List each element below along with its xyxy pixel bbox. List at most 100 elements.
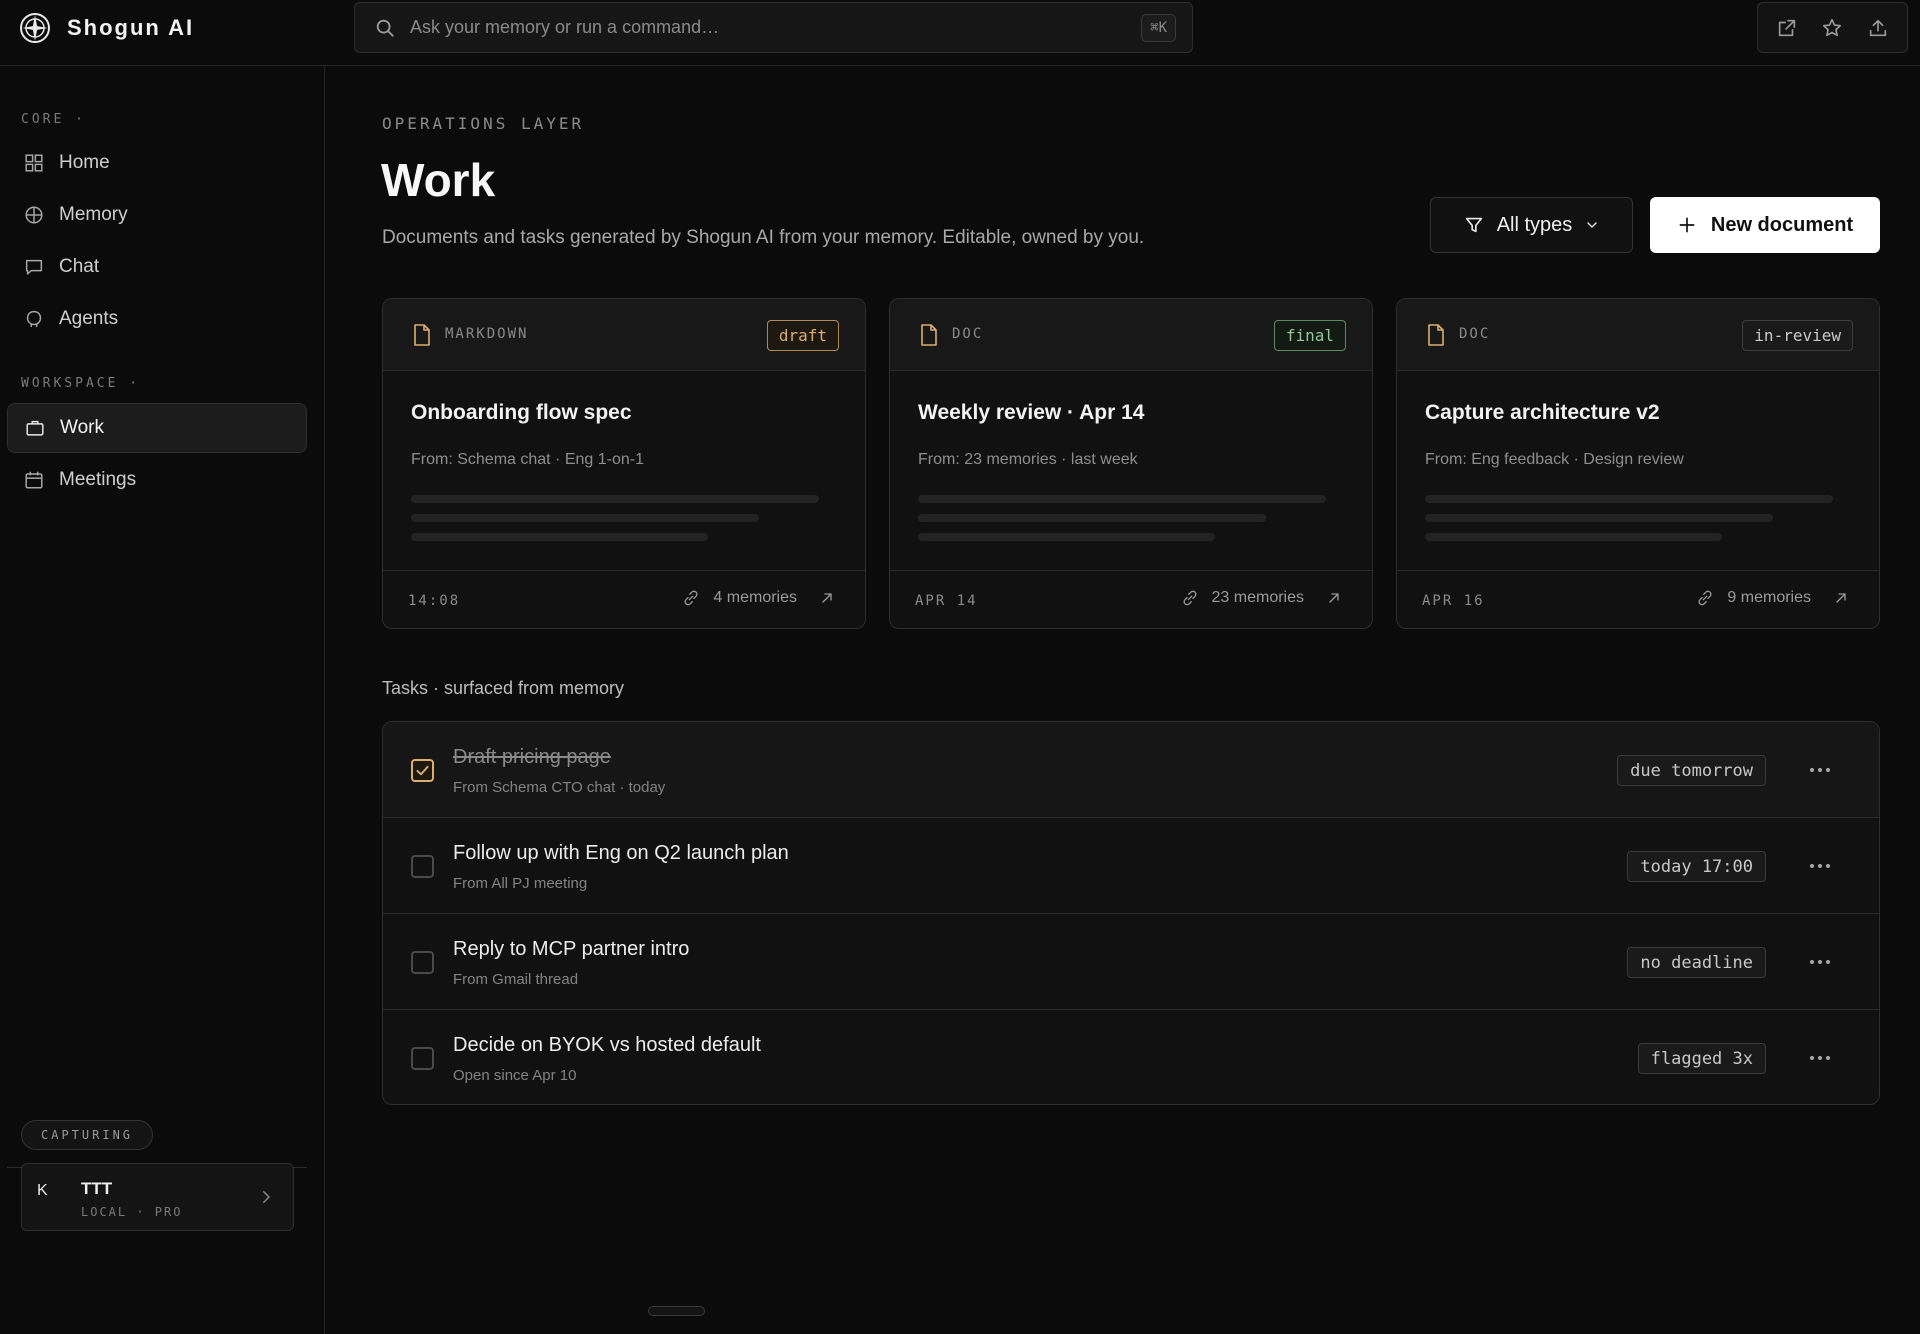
task-checkbox[interactable] [411,951,434,974]
document-source: From: 23 memories · last week [918,451,1138,468]
status-badge: final [1273,320,1346,351]
shortcut-hint: ⌘K [1141,13,1176,42]
due-badge: today 17:00 [1627,851,1766,882]
app-name: Shogun AI [67,15,195,40]
due-badge: no deadline [1627,947,1766,978]
account-switcher[interactable]: K TTT LOCAL · PRO [21,1163,294,1231]
due-badge: flagged 3x [1637,1043,1766,1074]
task-row[interactable]: Decide on BYOK vs hosted default Open si… [383,1010,1879,1104]
star-icon [1823,18,1842,36]
capturing-status-badge: CAPTURING [21,1120,154,1150]
sidebar-item-label: Meetings [59,469,137,490]
link-icon [684,590,698,606]
brand[interactable]: Shogun AI [19,11,194,45]
sidebar-item-meetings[interactable]: Meetings [7,455,307,505]
sidebar-item-chat[interactable]: Chat [7,242,307,292]
status-badge: draft [766,320,839,351]
new-document-label: New document [1710,213,1854,236]
task-title: Draft pricing page [453,746,611,768]
calendar-icon [25,471,43,489]
document-type: DOC [1459,326,1491,342]
arrow-up-right-icon [822,593,832,603]
task-checkbox[interactable] [411,1047,434,1070]
task-source: From Schema CTO chat · today [453,779,666,796]
task-source: From All PJ meeting [453,875,588,892]
document-date: APR 16 [1422,593,1485,609]
section-label-core: CORE · [21,112,86,127]
task-row[interactable]: Draft pricing page From Schema CTO chat … [383,722,1879,818]
share-button[interactable] [1860,10,1896,46]
memory-count: 4 memories [713,589,797,606]
card-footer: APR 16 9 memories [1397,570,1879,628]
card-footer: APR 14 23 memories [890,570,1372,628]
document-type: MARKDOWN [445,326,529,342]
status-badge: in-review [1742,320,1853,351]
task-more-button[interactable] [1807,950,1833,974]
section-label-workspace: WORKSPACE · [21,376,141,391]
agent-icon [26,310,42,328]
scroll-handle[interactable] [648,1306,705,1316]
account-plan: LOCAL · PRO [81,1205,183,1219]
avatar: K [37,1182,48,1199]
memory-count: 23 memories [1211,589,1304,606]
task-row[interactable]: Follow up with Eng on Q2 launch plan Fro… [383,818,1879,914]
star-button[interactable] [1814,10,1850,46]
sidebar-item-home[interactable]: Home [7,138,307,188]
linked-memories[interactable]: 4 memories [681,588,835,608]
arrow-up-right-icon [1836,593,1846,603]
chevron-right-icon [263,1191,270,1203]
preview-line [1425,495,1833,503]
task-more-button[interactable] [1807,758,1833,782]
preview-line [1425,514,1773,522]
task-title: Reply to MCP partner intro [453,938,690,960]
linked-memories[interactable]: 23 memories [1180,588,1342,608]
sidebar-item-label: Home [59,152,110,173]
sidebar-item-agents[interactable]: Agents [7,294,307,344]
document-title: Capture architecture v2 [1425,401,1660,424]
file-icon [921,324,937,346]
task-source: Open since Apr 10 [453,1067,577,1084]
top-actions [1757,2,1908,53]
sidebar-item-label: Work [60,417,104,438]
open-external-button[interactable] [1769,10,1805,46]
more-horizontal-icon [1810,864,1830,868]
file-icon [1428,324,1444,346]
task-row[interactable]: Reply to MCP partner intro From Gmail th… [383,914,1879,1010]
task-list: Draft pricing page From Schema CTO chat … [382,721,1880,1105]
document-title: Onboarding flow spec [411,401,632,424]
globe-icon [25,206,43,224]
file-icon [414,324,430,346]
command-search[interactable]: ⌘K [354,2,1193,53]
grid-icon [25,154,43,172]
tasks-section-title: Tasks · surfaced from memory [382,678,625,698]
task-checkbox[interactable] [411,759,434,782]
document-source: From: Eng feedback · Design review [1425,451,1684,468]
new-document-button[interactable]: New document [1650,197,1880,253]
preview-line [918,533,1215,541]
document-card[interactable]: DOC in-review Capture architecture v2 Fr… [1396,298,1880,629]
link-icon [1183,590,1197,606]
sidebar-item-work[interactable]: Work [7,403,307,453]
task-checkbox[interactable] [411,855,434,878]
linked-memories[interactable]: 9 memories [1695,588,1849,608]
task-title: Decide on BYOK vs hosted default [453,1034,761,1056]
document-title: Weekly review · Apr 14 [918,401,1145,424]
preview-line [411,495,819,503]
document-card[interactable]: DOC final Weekly review · Apr 14 From: 2… [889,298,1373,629]
card-footer: 14:08 4 memories [383,570,865,628]
task-more-button[interactable] [1807,854,1833,878]
document-card[interactable]: MARKDOWN draft Onboarding flow spec From… [382,298,866,629]
sidebar-item-label: Memory [59,204,128,225]
task-source: From Gmail thread [453,971,579,988]
task-more-button[interactable] [1807,1046,1833,1070]
document-type: DOC [952,326,984,342]
more-horizontal-icon [1810,960,1830,964]
sidebar-item-memory[interactable]: Memory [7,190,307,240]
memory-count: 9 memories [1727,589,1811,606]
sidebar-item-label: Chat [59,256,100,277]
type-filter-dropdown[interactable]: All types [1430,197,1633,253]
chevron-down-icon [1587,222,1597,228]
filter-icon [1465,217,1482,233]
preview-line [918,514,1266,522]
search-input[interactable] [410,17,1142,38]
